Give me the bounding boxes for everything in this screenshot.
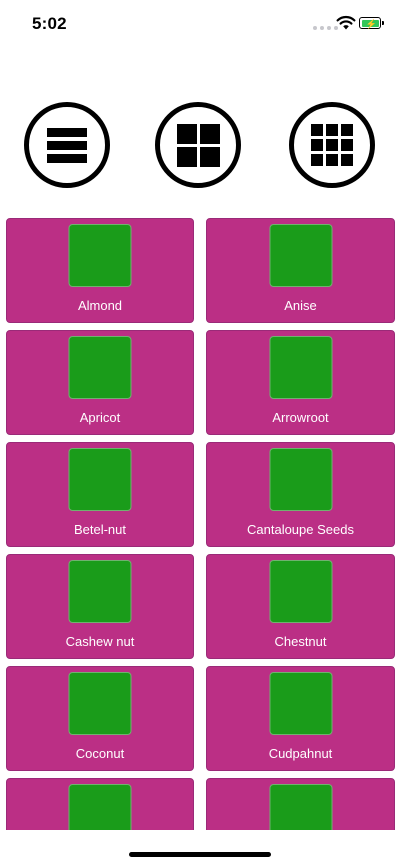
item-label: Anise — [284, 298, 317, 313]
list-view-icon — [47, 127, 87, 163]
item-card[interactable] — [206, 778, 395, 830]
item-label: Almond — [77, 298, 123, 313]
home-indicator[interactable] — [129, 852, 271, 857]
item-thumbnail — [68, 672, 132, 735]
item-thumbnail — [269, 560, 332, 623]
item-thumbnail — [269, 784, 332, 830]
grid-2x2-icon — [176, 123, 220, 167]
item-card[interactable]: Apricot — [6, 330, 194, 435]
list-view-button[interactable] — [24, 102, 110, 188]
grid-3x3-icon — [311, 124, 353, 166]
item-card[interactable]: Anise — [206, 218, 395, 323]
item-label: Betel-nut — [73, 522, 127, 537]
item-label: Cantaloupe Seeds — [247, 522, 354, 537]
item-label: Cashew nut — [65, 634, 135, 649]
grid-2x2-view-button[interactable] — [155, 102, 241, 188]
item-card[interactable] — [6, 778, 194, 830]
item-label: Arrowroot — [272, 410, 329, 425]
item-card[interactable]: Cashew nut — [6, 554, 194, 659]
item-label: Cudpahnut — [268, 746, 333, 761]
item-thumbnail — [68, 336, 132, 399]
item-card[interactable]: Coconut — [6, 666, 194, 771]
item-thumbnail — [269, 336, 332, 399]
item-thumbnail — [68, 784, 132, 830]
grid-3x3-view-button[interactable] — [289, 102, 375, 188]
item-card[interactable]: Almond — [6, 218, 194, 323]
item-card[interactable]: Betel-nut — [6, 442, 194, 547]
status-time: 5:02 — [32, 14, 67, 33]
cellular-signal-icon — [313, 26, 338, 30]
item-thumbnail — [68, 224, 132, 287]
item-card[interactable]: Arrowroot — [206, 330, 395, 435]
item-card[interactable]: Chestnut — [206, 554, 395, 659]
wifi-icon — [336, 15, 356, 30]
item-label: Coconut — [75, 746, 125, 761]
item-grid: Almond Anise Apricot Arrowroot Betel-nut… — [6, 218, 395, 830]
status-bar: 5:02 ⚡ — [0, 0, 400, 48]
item-thumbnail — [68, 560, 132, 623]
battery-charging-icon: ⚡ — [359, 17, 384, 29]
item-thumbnail — [269, 448, 332, 511]
item-label: Chestnut — [274, 634, 327, 649]
item-card[interactable]: Cantaloupe Seeds — [206, 442, 395, 547]
item-card[interactable]: Cudpahnut — [206, 666, 395, 771]
item-thumbnail — [269, 672, 332, 735]
item-label: Apricot — [79, 410, 121, 425]
item-thumbnail — [68, 448, 132, 511]
item-thumbnail — [269, 224, 332, 287]
